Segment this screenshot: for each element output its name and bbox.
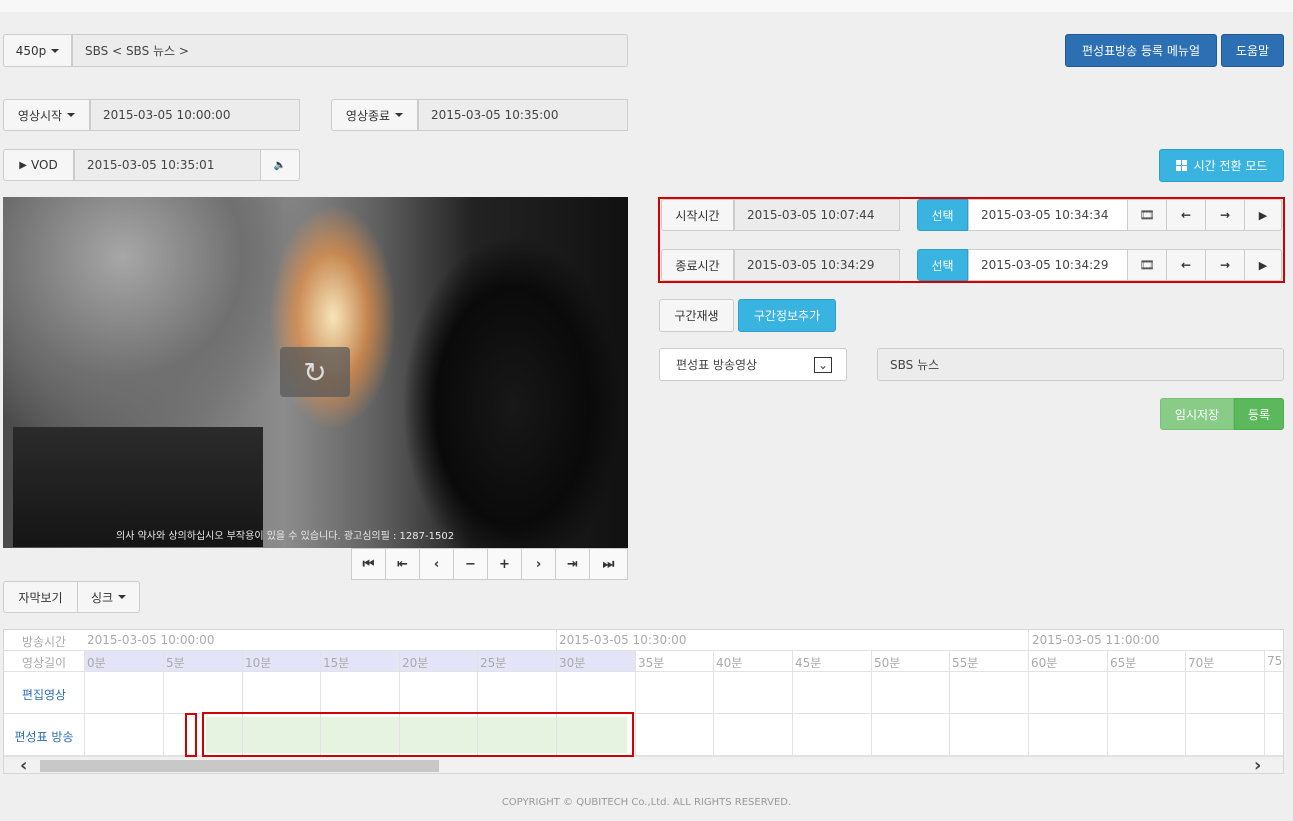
play-icon: ▶	[19, 159, 27, 171]
scroll-right-icon[interactable]: ›	[1254, 755, 1261, 773]
minute-tick: 50분	[874, 656, 901, 670]
sync-dropdown[interactable]: 싱크	[77, 581, 140, 613]
next-mark-button[interactable]: ⇥	[555, 548, 590, 580]
grid-line	[1264, 651, 1265, 756]
program-name-field[interactable]: SBS 뉴스	[877, 348, 1284, 381]
minute-tick: 25분	[480, 656, 507, 670]
scrollbar-thumb[interactable]	[40, 760, 439, 772]
minute-tick: 70분	[1188, 656, 1215, 670]
grid-line	[1185, 651, 1186, 756]
section-play-button[interactable]: 구간재생	[659, 299, 734, 332]
help-button[interactable]: 도움말	[1221, 34, 1284, 67]
minute-tick: 45분	[795, 656, 822, 670]
replay-icon[interactable]: ↻	[280, 347, 350, 397]
grid-line	[1107, 651, 1108, 756]
manual-button[interactable]: 편성표방송 등록 메뉴얼	[1065, 34, 1217, 67]
video-start-dropdown[interactable]: 영상시작	[3, 99, 90, 131]
category-select[interactable]: 편성표 방송영상 ⌄	[659, 348, 847, 381]
skip-first-icon: ⏮	[362, 556, 375, 572]
plus-icon: +	[499, 556, 510, 572]
minute-tick: 20분	[402, 656, 429, 670]
schedule-start-marker-box	[185, 713, 197, 757]
schedule-segment-highlight-box	[202, 712, 634, 757]
timeline-scrollbar[interactable]: ‹ ›	[4, 755, 1283, 773]
speaker-icon: 🔈	[273, 159, 287, 171]
video-player[interactable]: ↻ 의사 약사와 상의하십시오 부작용이 있을 수 있습니다. 광고심의필 : …	[3, 197, 628, 548]
minute-tick: 65분	[1110, 656, 1137, 670]
vod-button[interactable]: ▶ VOD	[3, 149, 74, 181]
broadcast-tick: 2015-03-05 10:30:00	[559, 633, 687, 647]
video-frame-figure	[403, 237, 628, 548]
grid-line	[871, 651, 872, 756]
minute-tick: 5분	[166, 656, 185, 670]
timeline-edit-label: 편집영상	[21, 688, 67, 702]
sound-button[interactable]: 🔈	[260, 149, 300, 181]
last-frame-button[interactable]: ⏭	[589, 548, 628, 580]
grid-line	[84, 651, 85, 756]
caret-down-icon	[51, 48, 60, 53]
subtitle-button[interactable]: 자막보기	[3, 581, 78, 613]
grid-line	[713, 651, 714, 756]
step-first-icon: ⇤	[397, 556, 408, 572]
caret-down-icon	[118, 595, 127, 599]
step-last-icon: ⇥	[567, 556, 578, 572]
register-button[interactable]: 등록	[1234, 398, 1284, 430]
prev-mark-button[interactable]: ⇤	[385, 548, 420, 580]
zoom-out-button[interactable]: −	[453, 548, 488, 580]
grid-line	[163, 651, 164, 756]
video-start-field[interactable]: 2015-03-05 10:00:00	[90, 99, 300, 131]
top-strip	[0, 0, 1293, 12]
grid-line	[635, 651, 636, 756]
time-mode-button[interactable]: 시간 전환 모드	[1159, 149, 1284, 182]
timeline-edit-row[interactable]: 편집영상	[4, 672, 1283, 714]
grid-line	[1028, 630, 1029, 756]
quality-dropdown[interactable]: 450p	[3, 34, 72, 67]
chevron-left-icon: ‹	[433, 556, 440, 572]
video-end-dropdown[interactable]: 영상종료	[331, 99, 418, 131]
timeline-broadcast-label: 방송시간	[21, 635, 67, 649]
minus-icon: −	[465, 556, 476, 572]
video-end-field[interactable]: 2015-03-05 10:35:00	[418, 99, 628, 131]
caret-down-icon	[395, 113, 404, 117]
minute-tick: 60분	[1031, 656, 1058, 670]
scroll-left-icon[interactable]: ‹	[20, 755, 27, 773]
chevron-down-icon: ⌄	[814, 357, 832, 373]
timeline-schedule-label: 편성표 방송	[14, 730, 74, 744]
channel-field: SBS < SBS 뉴스 >	[72, 34, 628, 67]
grid-line	[949, 651, 950, 756]
minute-tick: 55분	[952, 656, 979, 670]
timeline-length-row: 영상길이 0분 5분 10분 15분 20분 25분 30분 35분 40분 4…	[4, 651, 1283, 672]
copyright: COPYRIGHT © QUBITECH Co.,Ltd. ALL RIGHTS…	[501, 797, 792, 808]
chevron-right-icon: ›	[535, 556, 542, 572]
minute-tick: 75	[1267, 654, 1283, 668]
caret-down-icon	[67, 113, 76, 117]
first-frame-button[interactable]: ⏮	[351, 548, 386, 580]
minute-tick: 0분	[87, 656, 106, 670]
grid-icon	[1175, 160, 1187, 171]
skip-last-icon: ⏭	[602, 556, 615, 572]
temp-save-button[interactable]: 임시저장	[1160, 398, 1234, 430]
prev-frame-button[interactable]: ‹	[419, 548, 454, 580]
minute-tick: 40분	[716, 656, 743, 670]
broadcast-tick: 2015-03-05 11:00:00	[1032, 633, 1160, 647]
timeline-length-label: 영상길이	[21, 656, 67, 670]
next-frame-button[interactable]: ›	[521, 548, 556, 580]
minute-tick: 35분	[638, 656, 665, 670]
section-add-button[interactable]: 구간정보추가	[738, 299, 836, 332]
minute-tick: 30분	[559, 656, 586, 670]
broadcast-tick: 2015-03-05 10:00:00	[87, 633, 215, 647]
zoom-in-button[interactable]: +	[487, 548, 522, 580]
segment-highlight-box	[658, 197, 1285, 283]
grid-line	[792, 651, 793, 756]
timeline-broadcast-row: 방송시간 2015-03-05 10:00:00 2015-03-05 10:3…	[4, 630, 1283, 651]
vod-time-field: 2015-03-05 10:35:01	[74, 149, 261, 181]
video-caption: 의사 약사와 상의하십시오 부작용이 있을 수 있습니다. 광고심의필 : 12…	[116, 531, 455, 542]
minute-tick: 10분	[245, 656, 272, 670]
minute-tick: 15분	[323, 656, 350, 670]
